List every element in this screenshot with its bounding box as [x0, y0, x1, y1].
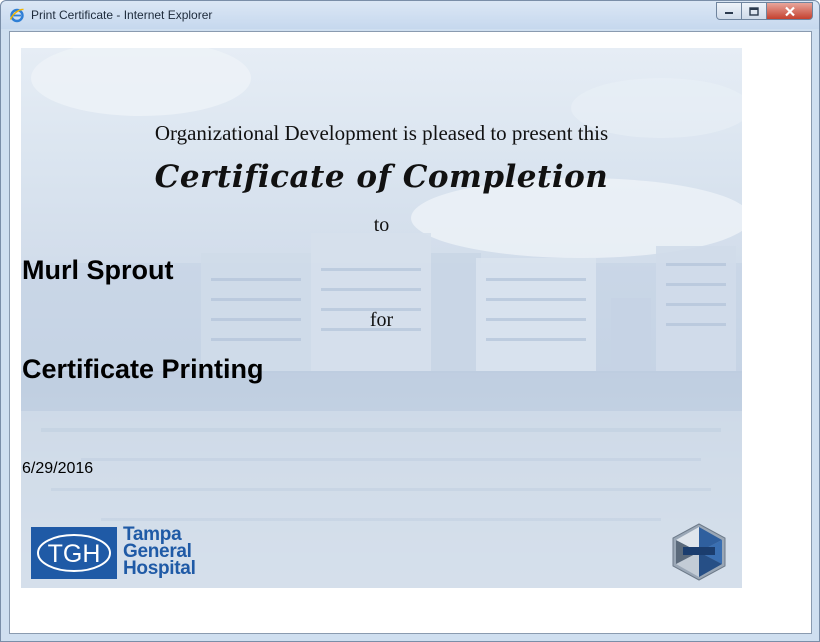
certificate-heading: Certificate of Completion [154, 159, 609, 195]
tgh-logo-text: Tampa General Hospital [123, 525, 196, 579]
tgh-logo-mark: TGH [31, 527, 117, 579]
close-button[interactable] [767, 2, 813, 20]
page-content: Organizational Development is pleased to… [9, 31, 812, 634]
internet-explorer-icon [9, 8, 24, 23]
window-controls [716, 2, 813, 21]
logo-line-3: Hospital [123, 558, 196, 579]
to-label: to [373, 214, 390, 236]
tgh-abbr: TGH [48, 540, 101, 568]
tgh-logo: TGH Tampa General Hospital [31, 525, 221, 581]
minimize-icon [725, 12, 733, 14]
browser-window: Print Certificate - Internet Explorer Or… [0, 0, 820, 642]
framework-emblem-icon [672, 523, 726, 581]
maximize-icon [749, 6, 759, 16]
course-name: Certificate Printing [22, 354, 264, 384]
recipient-name: Murl Sprout [22, 255, 174, 285]
completion-date: 6/29/2016 [22, 460, 94, 477]
certificate: Organizational Development is pleased to… [21, 48, 742, 588]
certificate-intro: Organizational Development is pleased to… [154, 121, 609, 145]
window-title: Print Certificate - Internet Explorer [31, 8, 213, 22]
maximize-button[interactable] [742, 2, 767, 20]
for-label: for [369, 309, 394, 331]
close-icon [784, 6, 795, 16]
title-bar[interactable]: Print Certificate - Internet Explorer [1, 1, 819, 29]
minimize-button[interactable] [716, 2, 742, 20]
